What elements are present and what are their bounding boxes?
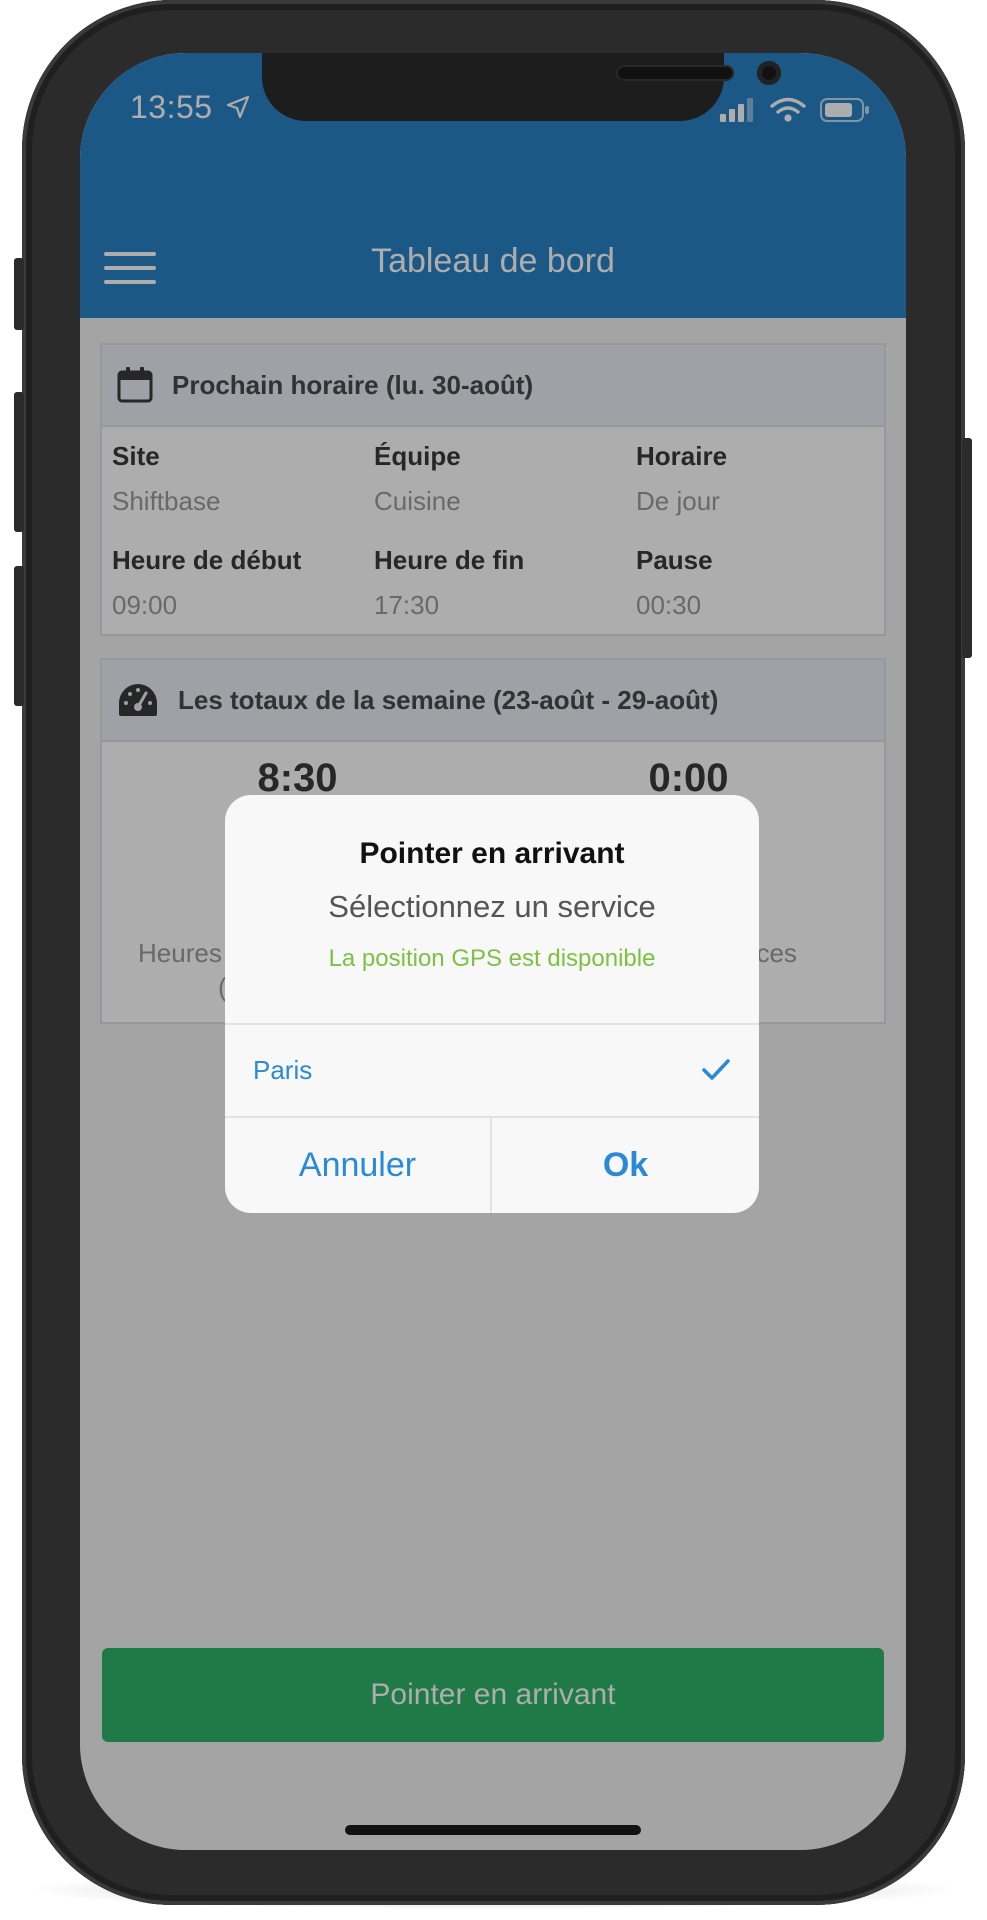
silent-switch <box>14 258 24 330</box>
gps-status: La position GPS est disponible <box>328 945 656 972</box>
clock-in-dialog: Pointer en arrivant Sélectionnez un serv… <box>225 795 759 1213</box>
dialog-subtitle: Sélectionnez un service <box>328 889 656 924</box>
service-option-paris[interactable]: Paris <box>225 1023 759 1118</box>
dialog-title: Pointer en arrivant <box>359 837 625 870</box>
cancel-button[interactable]: Annuler <box>225 1118 492 1213</box>
service-option-label: Paris <box>253 1055 313 1085</box>
phone-screen: 13:55 Tableau de bord Prochain horaire (… <box>80 53 906 1850</box>
checkmark-icon <box>702 1059 730 1080</box>
volume-down-button <box>14 566 24 706</box>
ok-button[interactable]: Ok <box>492 1118 759 1213</box>
volume-up-button <box>14 392 24 532</box>
home-indicator[interactable] <box>345 1825 641 1835</box>
power-button <box>962 438 972 658</box>
